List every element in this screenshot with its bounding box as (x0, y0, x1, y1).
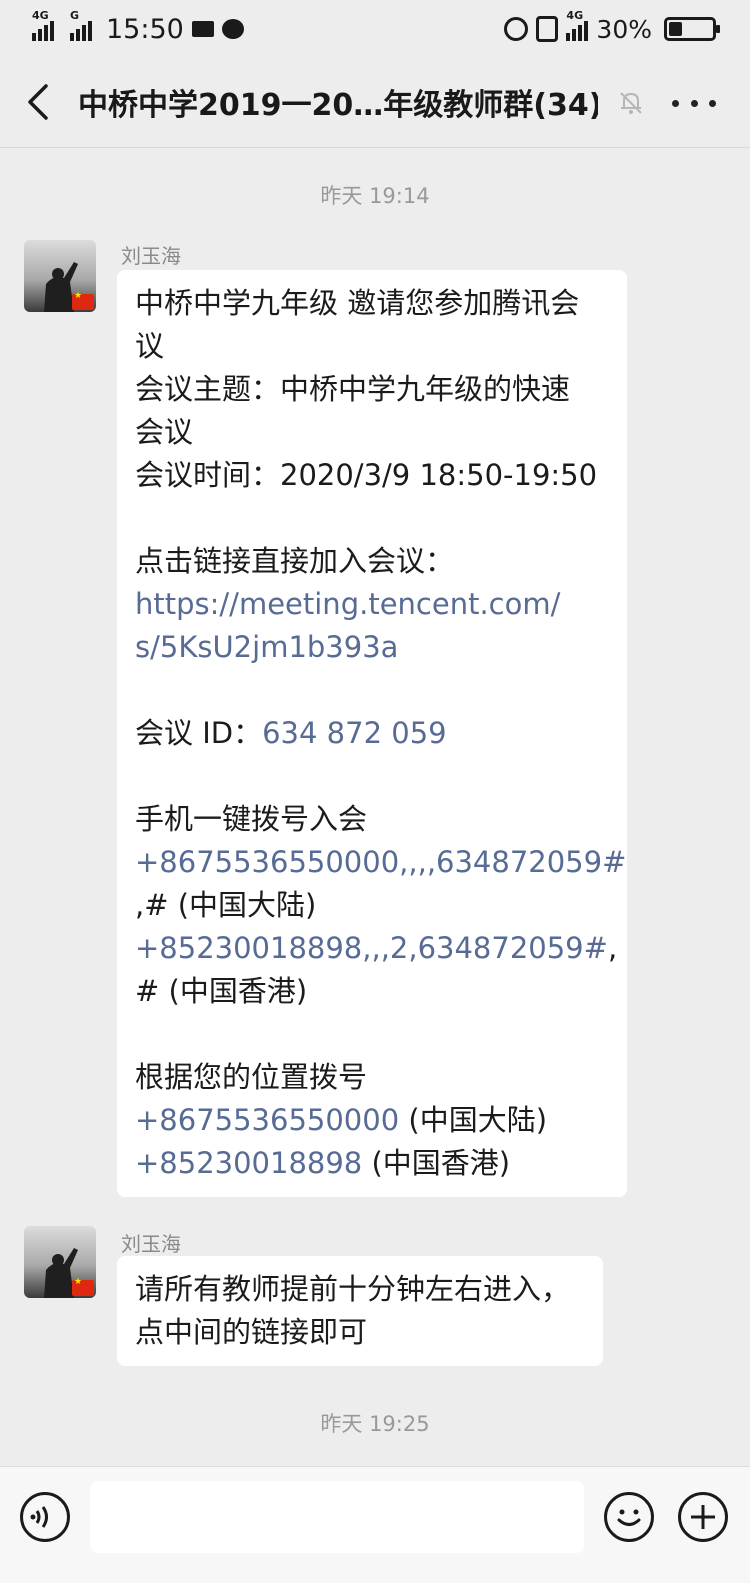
chat-notification-icon (221, 19, 244, 39)
message-input[interactable] (90, 1481, 584, 1553)
region-label: (中国大陆) (399, 1103, 548, 1137)
china-flag-badge (72, 291, 94, 310)
message-line: # (中国香港) (135, 974, 308, 1008)
china-flag-badge (72, 1277, 94, 1296)
message-line: 请所有教师提前十分钟左右进入， (135, 1272, 571, 1306)
message-bubble[interactable]: 请所有教师提前十分钟左右进入， 点中间的链接即可 (117, 1256, 603, 1366)
battery-percent: 30% (596, 14, 652, 44)
dot-icon (690, 99, 698, 107)
sender-name: 刘玉海 (121, 244, 181, 268)
signal-icon-2: G (70, 9, 92, 41)
chat-header: 中桥中学2019一20…年级教师群(34) (0, 58, 750, 148)
local-dial-row-hk: +85230018898 (中国香港) (135, 1142, 609, 1185)
smiley-icon (617, 1509, 641, 1526)
more-options-button[interactable] (672, 88, 716, 118)
mute-bell-icon (620, 92, 642, 114)
sender-name: 刘玉海 (121, 1232, 181, 1256)
network-type-label-2: G (70, 9, 80, 22)
back-icon[interactable] (22, 82, 62, 122)
message-line: 点中间的链接即可 (135, 1315, 368, 1349)
message-line: 议 (135, 329, 165, 363)
message-line: 会议 (135, 415, 194, 449)
avatar[interactable] (24, 240, 96, 312)
status-time: 15:50 (106, 13, 184, 45)
status-right: 4G 30% (504, 9, 720, 44)
dial-link-mainland[interactable]: +8675536550000,,,,634872059# (135, 841, 626, 884)
message-line: 会议时间：2020/3/9 18:50-19:50 (135, 458, 598, 492)
signal-icon: 4G (32, 9, 54, 41)
avatar[interactable] (24, 1226, 96, 1298)
chat-timestamp: 昨天 19:25 (320, 1412, 430, 1436)
network-type-label: 4G (32, 9, 49, 22)
message-line: 会议主题：中桥中学九年级的快速 (135, 372, 571, 406)
meeting-id-row: 会议 ID：634 872 059 (135, 712, 609, 755)
dial-link-hk[interactable]: +85230018898,,,2,634872059# (135, 931, 608, 965)
meeting-link[interactable]: https://meeting.tencent.com/ (135, 583, 609, 626)
dial-row-hk: +85230018898,,,2,634872059#, (135, 927, 617, 970)
meeting-link-cont[interactable]: s/5KsU2jm1b393a (135, 626, 609, 669)
local-dial-link-hk[interactable]: +85230018898 (135, 1146, 362, 1180)
network-type-label-3: 4G (566, 9, 584, 22)
status-bar: 4G G 15:50 4G 30% (0, 0, 750, 58)
chat-timestamp: 昨天 19:14 (320, 184, 430, 208)
message-line: 根据您的位置拨号 (135, 1060, 368, 1094)
meeting-id-value[interactable]: 634 872 059 (262, 716, 447, 750)
message-line: 中桥中学九年级 邀请您参加腾讯会 (135, 286, 580, 320)
message-line: 手机一键拨号入会 (135, 802, 368, 836)
emoji-button[interactable] (604, 1492, 654, 1542)
vibrate-icon (536, 16, 559, 42)
chat-title: 中桥中学2019一20…年级教师群(34) (78, 88, 598, 123)
battery-fill (669, 22, 682, 36)
dot-icon (672, 99, 679, 107)
message-notification-icon (191, 21, 214, 37)
alarm-icon (504, 17, 529, 41)
message-line: ,# (中国大陆) (135, 888, 317, 922)
dot-icon (709, 99, 716, 107)
voice-icon (30, 1506, 48, 1528)
voice-input-button[interactable] (20, 1492, 70, 1542)
dial-comma: , (607, 931, 618, 965)
message-line: 点击链接直接加入会议： (135, 544, 455, 578)
message-bubble[interactable]: 中桥中学九年级 邀请您参加腾讯会 议 会议主题：中桥中学九年级的快速 会议 会议… (117, 270, 627, 1197)
wifi-signal-icon: 4G (566, 9, 589, 41)
status-left: 4G G 15:50 (32, 9, 244, 45)
region-label: (中国香港) (362, 1146, 511, 1180)
more-functions-button[interactable] (678, 1492, 728, 1542)
local-dial-link-mainland[interactable]: +8675536550000 (135, 1103, 399, 1137)
chat-input-bar (0, 1466, 750, 1583)
meeting-id-label: 会议 ID： (135, 716, 263, 750)
local-dial-row-mainland: +8675536550000 (中国大陆) (135, 1099, 609, 1142)
battery-icon (664, 17, 720, 41)
